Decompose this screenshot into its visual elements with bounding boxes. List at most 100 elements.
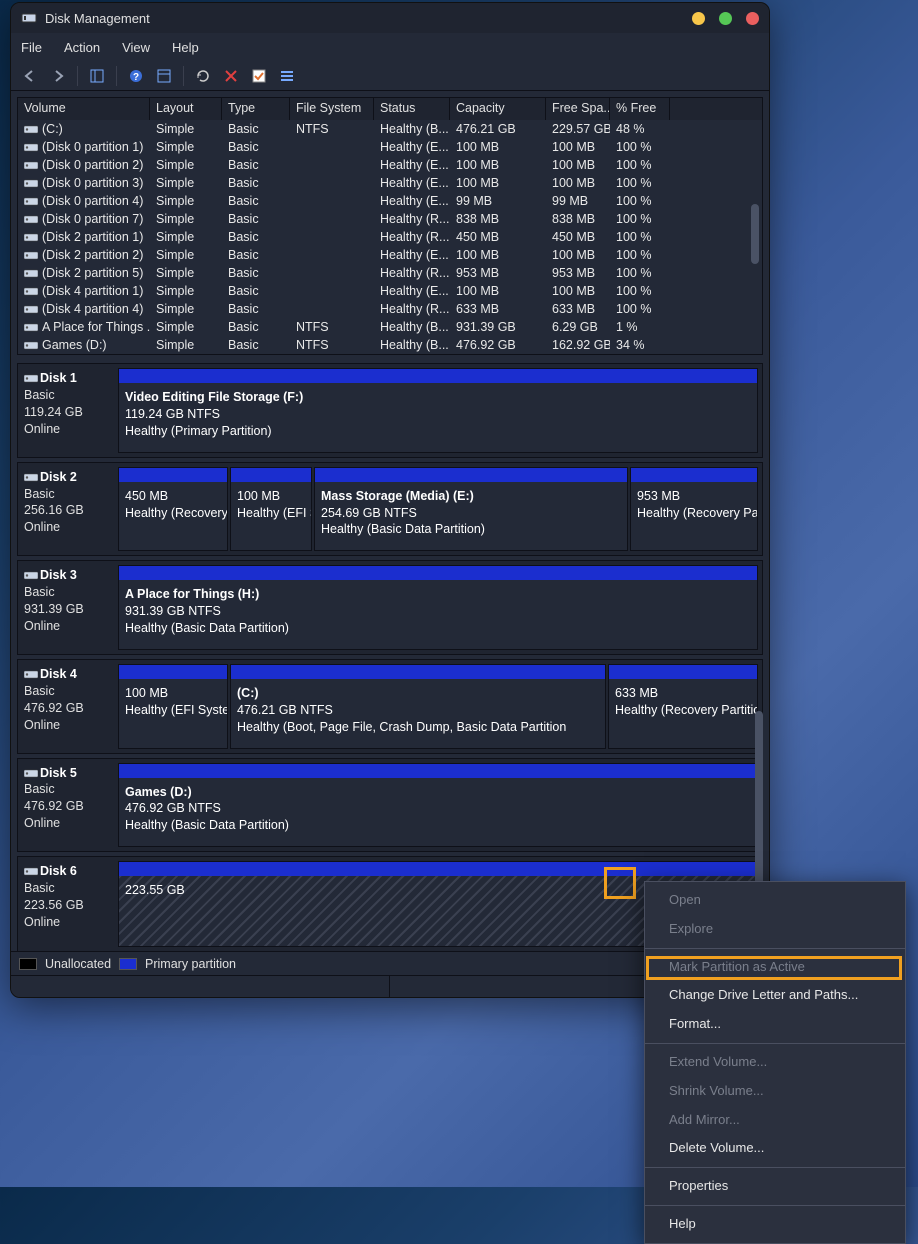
toolbar: ? xyxy=(11,61,769,91)
context-item-shrink-volume: Shrink Volume... xyxy=(645,1077,905,1106)
disk-info[interactable]: Disk 5Basic476.92 GBOnline xyxy=(18,759,118,852)
partition[interactable]: 953 MBHealthy (Recovery Par xyxy=(630,467,758,552)
menu-view[interactable]: View xyxy=(122,40,150,55)
col-volume[interactable]: Volume xyxy=(18,98,150,120)
drive-icon xyxy=(24,249,38,259)
partition[interactable]: 633 MBHealthy (Recovery Partition xyxy=(608,664,758,749)
disk-row[interactable]: Disk 3Basic931.39 GBOnlineA Place for Th… xyxy=(17,560,763,655)
delete-button[interactable] xyxy=(220,65,242,87)
volume-row[interactable]: (Disk 2 partition 1)SimpleBasicHealthy (… xyxy=(18,228,762,246)
col-type[interactable]: Type xyxy=(222,98,290,120)
context-separator xyxy=(645,948,905,949)
volume-row[interactable]: (Disk 4 partition 4)SimpleBasicHealthy (… xyxy=(18,300,762,318)
col-freespace[interactable]: Free Spa... xyxy=(546,98,610,120)
help-button[interactable]: ? xyxy=(125,65,147,87)
volume-row[interactable]: (Disk 4 partition 1)SimpleBasicHealthy (… xyxy=(18,282,762,300)
context-separator xyxy=(645,1167,905,1168)
drive-icon xyxy=(24,141,38,151)
volume-row[interactable]: (Disk 0 partition 4)SimpleBasicHealthy (… xyxy=(18,192,762,210)
window-title: Disk Management xyxy=(45,11,150,26)
col-layout[interactable]: Layout xyxy=(150,98,222,120)
disk-info[interactable]: Disk 6Basic223.56 GBOnline xyxy=(18,857,118,951)
volume-table-body[interactable]: (C:)SimpleBasicNTFSHealthy (B...476.21 G… xyxy=(18,120,762,354)
disk-management-window: Disk Management File Action View Help ? … xyxy=(10,2,770,998)
disk-icon xyxy=(24,371,38,381)
volume-row[interactable]: (Disk 0 partition 3)SimpleBasicHealthy (… xyxy=(18,174,762,192)
legend-swatch-unallocated xyxy=(19,958,37,970)
context-item-mark-partition-as-active: Mark Partition as Active xyxy=(645,953,905,982)
col-status[interactable]: Status xyxy=(374,98,450,120)
back-button[interactable] xyxy=(19,65,41,87)
volume-row[interactable]: A Place for Things ...SimpleBasicNTFSHea… xyxy=(18,318,762,336)
disk-row[interactable]: Disk 5Basic476.92 GBOnlineGames (D:)476.… xyxy=(17,758,763,853)
check-button[interactable] xyxy=(248,65,270,87)
col-filesystem[interactable]: File System xyxy=(290,98,374,120)
titlebar[interactable]: Disk Management xyxy=(11,3,769,33)
partition[interactable]: 100 MBHealthy (EFI Syster xyxy=(118,664,228,749)
disk-info[interactable]: Disk 3Basic931.39 GBOnline xyxy=(18,561,118,654)
drive-icon xyxy=(24,195,38,205)
partition[interactable]: Games (D:)476.92 GB NTFSHealthy (Basic D… xyxy=(118,763,758,848)
refresh-button[interactable] xyxy=(192,65,214,87)
close-button[interactable] xyxy=(746,12,759,25)
disk-row[interactable]: Disk 1Basic119.24 GBOnlineVideo Editing … xyxy=(17,363,763,458)
volume-row[interactable]: (Disk 2 partition 5)SimpleBasicHealthy (… xyxy=(18,264,762,282)
partition-bar xyxy=(231,468,311,482)
list-button[interactable] xyxy=(276,65,298,87)
context-menu: OpenExploreMark Partition as ActiveChang… xyxy=(644,881,906,1244)
volume-row[interactable]: (Disk 0 partition 2)SimpleBasicHealthy (… xyxy=(18,156,762,174)
volume-row[interactable]: Games (D:)SimpleBasicNTFSHealthy (B...47… xyxy=(18,336,762,354)
drive-icon xyxy=(24,267,38,277)
partition[interactable]: Video Editing File Storage (F:)119.24 GB… xyxy=(118,368,758,453)
disk-graphical-view[interactable]: Disk 1Basic119.24 GBOnlineVideo Editing … xyxy=(11,361,769,951)
context-item-delete-volume[interactable]: Delete Volume... xyxy=(645,1134,905,1163)
drive-icon xyxy=(24,339,38,349)
minimize-button[interactable] xyxy=(692,12,705,25)
partition[interactable]: 450 MBHealthy (Recovery xyxy=(118,467,228,552)
disk-row[interactable]: Disk 2Basic256.16 GBOnline450 MBHealthy … xyxy=(17,462,763,557)
context-item-format[interactable]: Format... xyxy=(645,1010,905,1039)
partition-bar xyxy=(315,468,627,482)
partition-bar xyxy=(119,566,757,580)
svg-text:?: ? xyxy=(133,72,139,83)
context-item-change-drive-letter-and-paths[interactable]: Change Drive Letter and Paths... xyxy=(645,981,905,1010)
partition[interactable]: 100 MBHealthy (EFI S xyxy=(230,467,312,552)
col-pctfree[interactable]: % Free xyxy=(610,98,670,120)
show-hide-console-tree-button[interactable] xyxy=(86,65,108,87)
forward-button[interactable] xyxy=(47,65,69,87)
drive-icon xyxy=(24,303,38,313)
partition-bar xyxy=(119,665,227,679)
disk-info[interactable]: Disk 2Basic256.16 GBOnline xyxy=(18,463,118,556)
partition-bar xyxy=(119,862,757,876)
partition-bar xyxy=(119,764,757,778)
partition-bar xyxy=(609,665,757,679)
col-capacity[interactable]: Capacity xyxy=(450,98,546,120)
drive-icon xyxy=(24,123,38,133)
partition[interactable]: (C:)476.21 GB NTFSHealthy (Boot, Page Fi… xyxy=(230,664,606,749)
scrollbar-thumb[interactable] xyxy=(751,204,759,264)
menu-help[interactable]: Help xyxy=(172,40,199,55)
volume-row[interactable]: (Disk 0 partition 7)SimpleBasicHealthy (… xyxy=(18,210,762,228)
context-item-open: Open xyxy=(645,886,905,915)
context-item-help[interactable]: Help xyxy=(645,1210,905,1239)
maximize-button[interactable] xyxy=(719,12,732,25)
disk-info[interactable]: Disk 4Basic476.92 GBOnline xyxy=(18,660,118,753)
partition[interactable]: A Place for Things (H:)931.39 GB NTFSHea… xyxy=(118,565,758,650)
partition-bar xyxy=(119,369,757,383)
disk-icon xyxy=(24,864,38,874)
menu-file[interactable]: File xyxy=(21,40,42,55)
volume-table: Volume Layout Type File System Status Ca… xyxy=(17,97,763,355)
volume-row[interactable]: (Disk 0 partition 1)SimpleBasicHealthy (… xyxy=(18,138,762,156)
drive-icon xyxy=(24,159,38,169)
disk-icon xyxy=(24,766,38,776)
menubar: File Action View Help xyxy=(11,33,769,61)
volume-row[interactable]: (Disk 2 partition 2)SimpleBasicHealthy (… xyxy=(18,246,762,264)
menu-action[interactable]: Action xyxy=(64,40,100,55)
legend-label-unallocated: Unallocated xyxy=(45,957,111,971)
partition[interactable]: Mass Storage (Media) (E:)254.69 GB NTFSH… xyxy=(314,467,628,552)
partition-bar xyxy=(631,468,757,482)
properties-button[interactable] xyxy=(153,65,175,87)
disk-row[interactable]: Disk 4Basic476.92 GBOnline100 MBHealthy … xyxy=(17,659,763,754)
volume-row[interactable]: (C:)SimpleBasicNTFSHealthy (B...476.21 G… xyxy=(18,120,762,138)
disk-info[interactable]: Disk 1Basic119.24 GBOnline xyxy=(18,364,118,457)
